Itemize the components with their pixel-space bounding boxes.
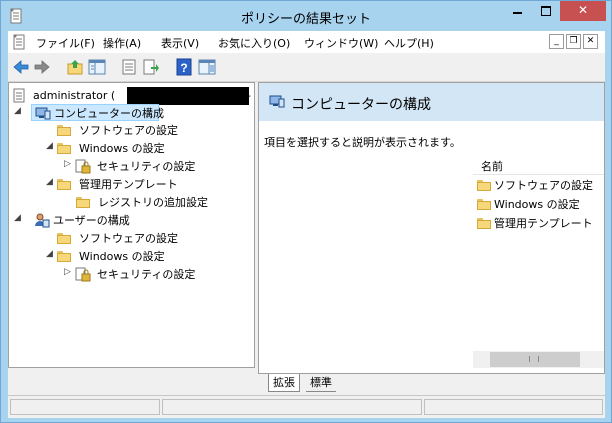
- mdi-minimize-button[interactable]: _: [549, 34, 564, 49]
- tree-root-suffix: -: [247, 89, 251, 102]
- tab-extended[interactable]: 拡張: [268, 374, 300, 392]
- folder-icon: [477, 180, 491, 191]
- tree-item-extra-registry[interactable]: レジストリの追加設定: [76, 194, 226, 211]
- tree-item-label: Windows の設定: [79, 142, 165, 155]
- tree-item-label: Windows の設定: [79, 250, 165, 263]
- tree-root-label: administrator (: [33, 89, 116, 102]
- tree-item-label: ソフトウェアの設定: [79, 124, 178, 137]
- folder-icon: [477, 199, 491, 210]
- tree-item-computer-config[interactable]: コンピューターの構成: [31, 104, 164, 121]
- scroll-grip-icon: [529, 356, 539, 362]
- list-item-label: Windows の設定: [494, 198, 580, 211]
- expand-toggle-computer[interactable]: ◢: [14, 106, 21, 116]
- menu-window[interactable]: ウィンドウ(W): [304, 35, 378, 51]
- help-icon[interactable]: ?: [175, 58, 193, 76]
- maximize-button[interactable]: [532, 1, 559, 21]
- title-bar[interactable]: ポリシーの結果セット ✕: [1, 1, 611, 31]
- security-settings-icon: [75, 159, 91, 174]
- svg-text:?: ?: [180, 61, 187, 75]
- folder-icon: [57, 233, 71, 244]
- forward-arrow-icon[interactable]: [33, 58, 51, 76]
- status-cell: [10, 399, 160, 415]
- folder-icon: [57, 251, 71, 262]
- minimize-button[interactable]: [504, 1, 531, 21]
- expand-toggle-security-settings[interactable]: ▷: [64, 159, 71, 169]
- list-item-label: ソフトウェアの設定: [494, 179, 593, 192]
- column-header-name[interactable]: 名前: [473, 156, 604, 175]
- tree-item-label: レジストリの追加設定: [98, 196, 208, 209]
- menu-action[interactable]: 操作(A): [103, 35, 141, 51]
- status-cell: [424, 399, 603, 415]
- show-hide-tree-icon[interactable]: [88, 58, 106, 76]
- toolbar: ?: [8, 54, 605, 82]
- details-header: コンピューターの構成: [259, 83, 604, 121]
- show-action-pane-icon[interactable]: [198, 58, 216, 76]
- tree-item-user-config[interactable]: ユーザーの構成: [31, 212, 181, 229]
- tree-item-label: セキュリティの設定: [97, 160, 196, 173]
- maximize-icon: [540, 6, 551, 16]
- tree-item-label: 管理用テンプレート: [79, 178, 178, 191]
- tree-item-label: ユーザーの構成: [53, 214, 130, 227]
- list-item-label: 管理用テンプレート: [494, 217, 593, 230]
- folder-icon: [76, 197, 90, 208]
- tree-item-windows-settings[interactable]: Windows の設定: [57, 140, 207, 157]
- tree-item-user-windows-settings[interactable]: Windows の設定: [57, 248, 207, 265]
- details-horizontal-scrollbar[interactable]: [473, 351, 604, 368]
- computer-config-icon: [35, 107, 51, 120]
- column-header-label: 名前: [481, 160, 503, 173]
- folder-icon: [57, 125, 71, 136]
- back-arrow-icon[interactable]: [12, 58, 30, 76]
- tree-item-user-security-settings[interactable]: セキュリティの設定: [75, 266, 225, 283]
- properties-icon[interactable]: [120, 58, 138, 76]
- status-bar: [8, 395, 605, 418]
- tab-standard[interactable]: 標準: [306, 374, 336, 392]
- policy-document-icon: [13, 88, 25, 103]
- menu-view[interactable]: 表示(V): [161, 35, 199, 51]
- details-description: 項目を選択すると説明が表示されます。: [264, 136, 461, 149]
- console-tree-pane[interactable]: administrator ( - ◢ コンピューターの構成 ソフトウェアの設定…: [8, 82, 255, 368]
- expand-toggle-user-config[interactable]: ◢: [14, 213, 21, 223]
- user-config-icon: [35, 213, 50, 228]
- menu-file[interactable]: ファイル(F): [36, 35, 95, 51]
- details-header-title: コンピューターの構成: [291, 97, 431, 113]
- status-cell: [162, 399, 422, 415]
- app-window: ポリシーの結果セット ✕ ファイル(F) 操作(A) 表示(V) お気に入り(O…: [0, 0, 612, 423]
- tree-root-item[interactable]: administrator ( -: [11, 87, 252, 105]
- menu-favorites[interactable]: お気に入り(O): [218, 35, 290, 51]
- expand-toggle-windows-settings[interactable]: ◢: [46, 141, 53, 151]
- export-list-icon[interactable]: [142, 58, 160, 76]
- mdi-close-button[interactable]: ✕: [583, 34, 598, 49]
- close-button[interactable]: ✕: [560, 1, 606, 21]
- security-settings-icon: [75, 267, 91, 282]
- tree-item-label: コンピューターの構成: [54, 107, 164, 120]
- tree-item-label: ソフトウェアの設定: [79, 232, 178, 245]
- minimize-icon: [513, 12, 522, 14]
- folder-icon: [57, 179, 71, 190]
- expand-toggle-user-security-settings[interactable]: ▷: [64, 267, 71, 277]
- expand-toggle-user-windows-settings[interactable]: ◢: [46, 249, 53, 259]
- mdi-restore-button[interactable]: ❐: [566, 34, 581, 49]
- details-pane: コンピューターの構成 項目を選択すると説明が表示されます。 名前 ソフトウェアの…: [258, 82, 605, 374]
- details-list: 名前 ソフトウェアの設定 Windows の設定 管理用テンプレート: [470, 156, 604, 373]
- view-tabs: 拡張 標準: [258, 374, 605, 393]
- client-area: ファイル(F) 操作(A) 表示(V) お気に入り(O) ウィンドウ(W) ヘル…: [8, 31, 605, 418]
- policy-document-icon[interactable]: [12, 34, 26, 50]
- menu-bar: ファイル(F) 操作(A) 表示(V) お気に入り(O) ウィンドウ(W) ヘル…: [8, 31, 605, 53]
- tree-item-security-settings[interactable]: セキュリティの設定: [75, 158, 225, 175]
- redacted-block: [127, 87, 249, 105]
- expand-toggle-admin-templates[interactable]: ◢: [46, 177, 53, 187]
- tree-item-admin-templates[interactable]: 管理用テンプレート: [57, 176, 207, 193]
- up-folder-icon[interactable]: [66, 58, 84, 76]
- menu-help[interactable]: ヘルプ(H): [384, 35, 434, 51]
- tree-item-label: セキュリティの設定: [97, 268, 196, 281]
- folder-icon: [477, 218, 491, 229]
- computer-config-icon: [269, 95, 285, 108]
- tree-item-software-settings[interactable]: ソフトウェアの設定: [57, 122, 207, 139]
- folder-icon: [57, 143, 71, 154]
- tree-item-user-software-settings[interactable]: ソフトウェアの設定: [57, 230, 207, 247]
